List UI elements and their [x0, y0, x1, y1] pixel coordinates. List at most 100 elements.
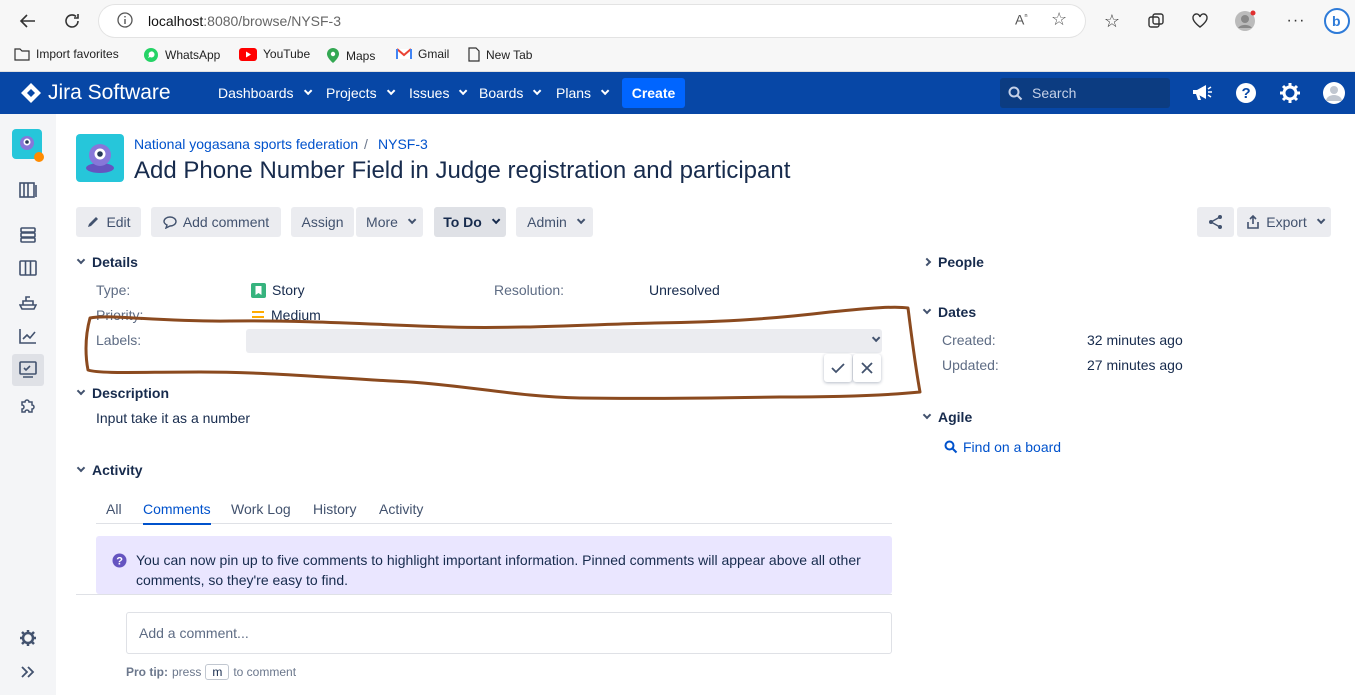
more-button[interactable]: More — [356, 207, 423, 237]
releases-ship-icon[interactable] — [12, 286, 44, 318]
bing-copilot-icon[interactable]: b — [1322, 6, 1352, 36]
back-icon[interactable] — [13, 6, 43, 36]
bookmark-label: Maps — [346, 48, 376, 63]
settings-gear-icon[interactable] — [1277, 80, 1303, 106]
user-avatar[interactable] — [1321, 80, 1347, 106]
resolution-label: Resolution: — [494, 282, 565, 298]
share-button[interactable] — [1197, 207, 1234, 237]
protip-suffix: to comment — [233, 665, 297, 679]
find-on-board-label: Find on a board — [963, 439, 1062, 455]
create-button[interactable]: Create — [622, 78, 685, 108]
tab-history[interactable]: History — [313, 501, 357, 523]
bookmark-gmail[interactable]: Gmail — [396, 47, 449, 61]
board-icon[interactable] — [12, 252, 44, 284]
list-icon[interactable] — [12, 219, 44, 251]
agile-toggle[interactable]: Agile — [922, 409, 973, 425]
people-toggle[interactable]: People — [922, 254, 984, 270]
nav-projects[interactable]: Projects — [326, 85, 395, 101]
type-text: Story — [272, 282, 305, 298]
add-comment-button[interactable]: Add comment — [151, 207, 281, 237]
project-avatar-icon[interactable] — [12, 129, 44, 162]
tab-work-log[interactable]: Work Log — [231, 501, 291, 523]
add-ons-puzzle-icon[interactable] — [12, 390, 44, 422]
breadcrumb-issue-key[interactable]: NYSF-3 — [378, 136, 428, 152]
gmail-icon — [396, 48, 412, 59]
menu-dots-icon[interactable]: ··· — [1281, 6, 1311, 36]
admin-button[interactable]: Admin — [516, 207, 593, 237]
tab-activity[interactable]: Activity — [379, 501, 423, 523]
tab-all[interactable]: All — [106, 501, 122, 523]
address-bar[interactable]: localhost:8080/browse/NYSF-3 Aⁿ ☆ — [99, 5, 1085, 37]
bookmark-youtube[interactable]: YouTube — [239, 47, 310, 61]
description-heading: Description — [92, 385, 170, 401]
edit-button[interactable]: Edit — [76, 207, 141, 237]
nav-plans[interactable]: Plans — [556, 85, 610, 101]
bookmark-import-favorites[interactable]: Import favorites — [14, 47, 119, 61]
assign-button[interactable]: Assign — [291, 207, 354, 237]
description-toggle[interactable]: Description — [76, 385, 170, 401]
bookmark-new-tab[interactable]: New Tab — [468, 47, 532, 62]
bookmark-maps[interactable]: Maps — [326, 47, 375, 64]
expand-sidebar-icon[interactable] — [12, 656, 44, 688]
url-text: localhost:8080/browse/NYSF-3 — [148, 13, 341, 29]
type-value: Story — [251, 282, 305, 298]
url-host: localhost — [148, 13, 204, 29]
nav-dashboards[interactable]: Dashboards — [218, 85, 312, 101]
add-favorite-icon[interactable]: ☆ — [1051, 9, 1067, 30]
jira-logo[interactable]: Jira Software — [20, 81, 171, 105]
search-input[interactable]: Search — [1000, 78, 1170, 108]
description-text[interactable]: Input take it as a number — [96, 410, 250, 426]
export-button[interactable]: Export — [1237, 207, 1331, 237]
site-info-icon[interactable] — [117, 12, 133, 31]
favorites-icon[interactable]: ☆ — [1097, 6, 1127, 36]
breadcrumb-separator: / — [364, 136, 368, 152]
activity-toggle[interactable]: Activity — [76, 462, 143, 478]
project-settings-gear-icon[interactable] — [12, 622, 44, 654]
chevron-down-icon — [407, 215, 417, 225]
page-icon — [468, 47, 480, 62]
nav-issues[interactable]: Issues — [409, 85, 468, 101]
search-icon — [1008, 86, 1023, 101]
chevron-down-icon — [922, 410, 932, 420]
profile-icon[interactable] — [1230, 6, 1260, 36]
folder-import-icon — [14, 48, 30, 61]
refresh-icon[interactable] — [57, 6, 87, 36]
bookmark-whatsapp[interactable]: WhatsApp — [143, 47, 220, 63]
find-on-board-link[interactable]: Find on a board — [944, 439, 1061, 455]
chevron-right-icon — [922, 257, 932, 267]
whatsapp-icon — [144, 48, 158, 62]
add-comment-field[interactable]: Add a comment... — [126, 612, 892, 654]
details-toggle[interactable]: Details — [76, 254, 138, 270]
breadcrumb-project[interactable]: National yogasana sports federation — [134, 136, 358, 152]
tab-comments[interactable]: Comments — [143, 501, 211, 525]
issues-icon[interactable] — [12, 354, 44, 386]
dates-toggle[interactable]: Dates — [922, 304, 976, 320]
project-avatar[interactable] — [76, 134, 124, 185]
export-label: Export — [1266, 214, 1307, 230]
agile-heading: Agile — [938, 409, 973, 425]
status-label: To Do — [443, 214, 482, 230]
jira-diamond-icon — [21, 83, 41, 103]
more-label: More — [366, 214, 398, 230]
chevron-down-icon — [459, 86, 468, 96]
nav-boards[interactable]: Boards — [479, 85, 542, 101]
page-title: Add Phone Number Field in Judge registra… — [134, 157, 791, 184]
svg-text:?: ? — [1242, 85, 1251, 102]
read-aloud-icon[interactable]: Aⁿ — [1015, 11, 1028, 28]
megaphone-icon[interactable] — [1189, 80, 1215, 106]
reports-chart-icon[interactable] — [12, 320, 44, 352]
story-icon — [251, 282, 266, 298]
collections-icon[interactable] — [1141, 6, 1171, 36]
brand-name: Jira Software — [48, 81, 171, 104]
backlog-icon[interactable] — [12, 174, 44, 206]
updated-value: 27 minutes ago — [1087, 357, 1183, 373]
bookmark-label: WhatsApp — [165, 48, 221, 62]
pinned-comments-info: ? You can now pin up to five comments to… — [96, 536, 892, 594]
details-heading: Details — [92, 254, 138, 270]
help-icon[interactable]: ? — [1233, 80, 1259, 106]
health-icon[interactable] — [1185, 6, 1215, 36]
protip-press: press — [172, 665, 202, 679]
status-button[interactable]: To Do — [434, 207, 506, 237]
tabs-divider — [96, 523, 892, 524]
bookmark-label: New Tab — [486, 47, 533, 62]
